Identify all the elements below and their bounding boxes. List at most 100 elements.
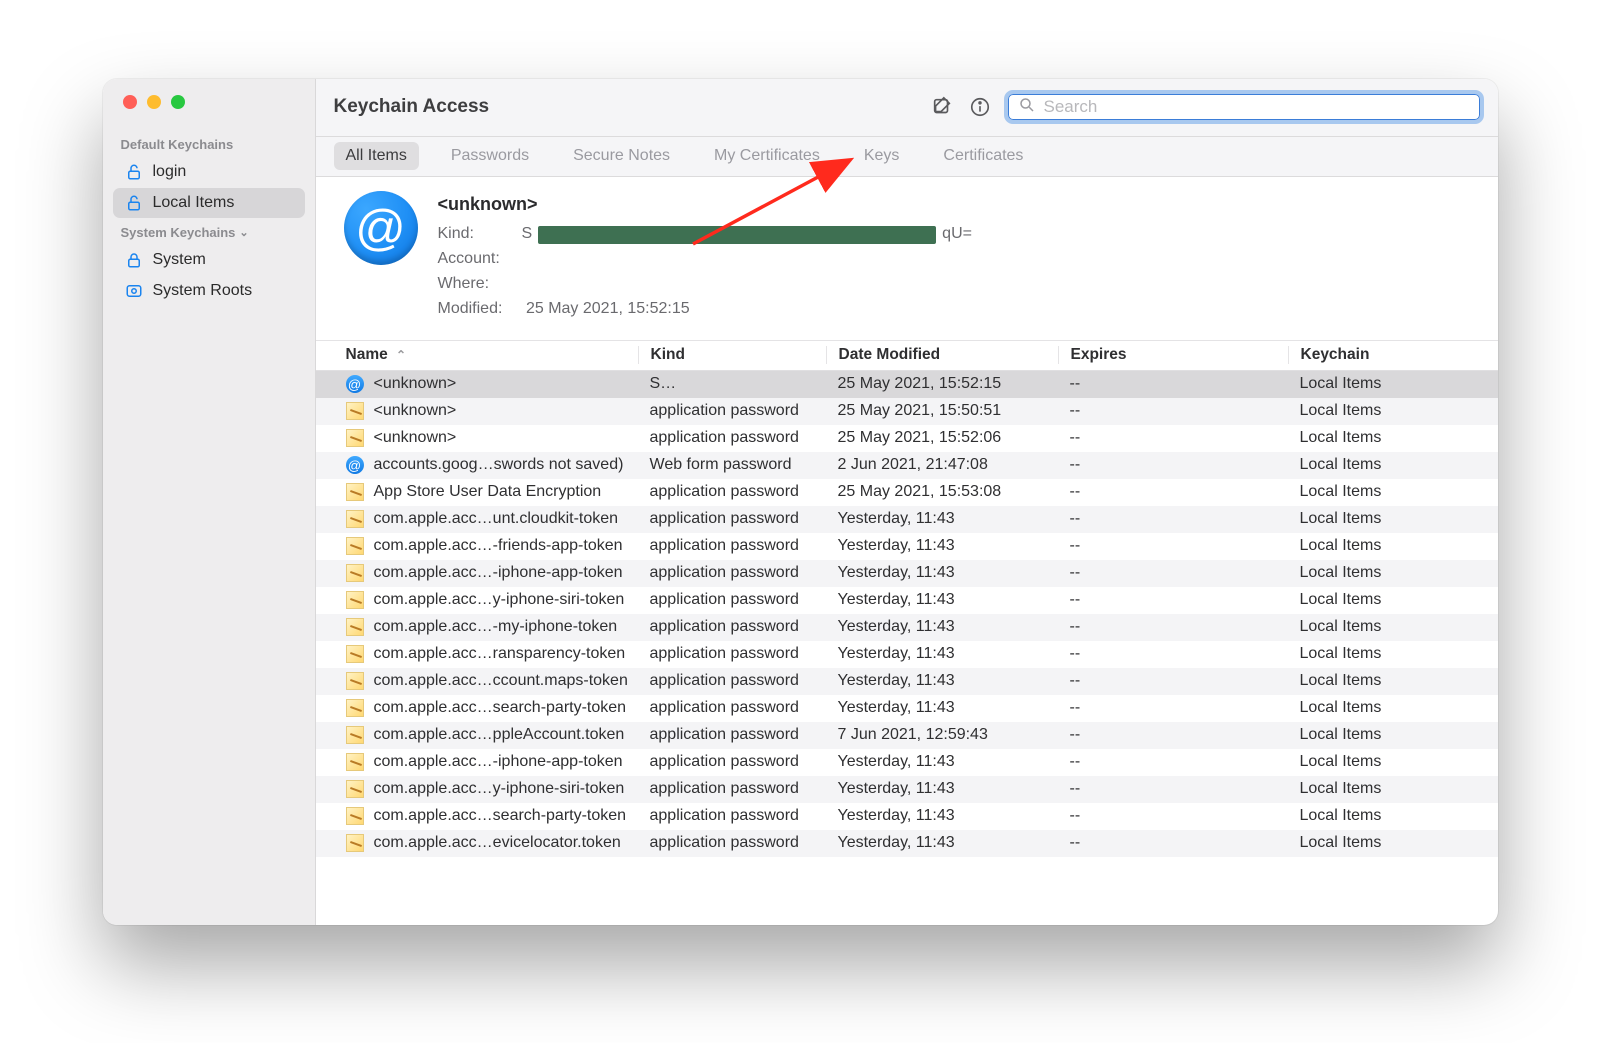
table-row[interactable]: com.apple.acc…y-iphone-siri-tokenapplica… [316,587,1498,614]
cell-name: <unknown> [316,429,638,447]
table-row[interactable]: com.apple.acc…ransparency-tokenapplicati… [316,641,1498,668]
cell-kind: application password [638,834,826,852]
sidebar-item-system[interactable]: System [113,245,305,275]
table-row[interactable]: com.apple.acc…ppleAccount.tokenapplicati… [316,722,1498,749]
item-details-panel: @ <unknown> Kind: S qU= Account: Where: … [316,177,1498,341]
table-row[interactable]: com.apple.acc…evicelocator.token applicat… [316,830,1498,857]
column-header-expires[interactable]: Expires [1058,346,1288,364]
table-row[interactable]: <unknown>application password25 May 2021… [316,398,1498,425]
detail-title: <unknown> [438,191,972,219]
modified-label: Modified: [438,297,522,322]
column-header-name[interactable]: Name ⌃ [316,346,638,364]
compose-button[interactable] [928,93,956,121]
close-window-button[interactable] [123,95,137,109]
info-button[interactable] [966,93,994,121]
main-area: Keychain Access All Items Passwords Sec [316,79,1498,925]
item-name: com.apple.acc…search-party-token [374,699,627,717]
cell-kind: application password [638,618,826,636]
cell-name: com.apple.acc…ppleAccount.token [316,726,638,744]
window-controls [103,93,315,131]
column-header-date[interactable]: Date Modified [826,346,1058,364]
tab-my-certificates[interactable]: My Certificates [702,142,832,170]
table-row[interactable]: com.apple.acc…unt.cloudkit-tokenapplicat… [316,506,1498,533]
cell-date-modified: Yesterday, 11:43 [826,618,1058,636]
cell-kind: Web form password [638,456,826,474]
table-row[interactable]: com.apple.acc…search-party-tokenapplicat… [316,695,1498,722]
password-item-icon [346,780,364,798]
cell-expires: -- [1058,618,1288,636]
cell-expires: -- [1058,726,1288,744]
minimize-window-button[interactable] [147,95,161,109]
cell-expires: -- [1058,699,1288,717]
sidebar-item-local-items[interactable]: Local Items [113,188,305,218]
table-row[interactable]: com.apple.acc…-friends-app-tokenapplicat… [316,533,1498,560]
cell-expires: -- [1058,483,1288,501]
password-item-icon [346,699,364,717]
cell-name: com.apple.acc…y-iphone-siri-token [316,780,638,798]
table-row[interactable]: App Store User Data Encryptionapplicatio… [316,479,1498,506]
table-row[interactable]: com.apple.acc…ccount.maps-token applicati… [316,668,1498,695]
cell-keychain: Local Items [1288,645,1498,663]
cell-expires: -- [1058,429,1288,447]
password-item-icon [346,537,364,555]
item-name: com.apple.acc…evicelocator.token [374,834,621,852]
table-row[interactable]: @<unknown>S…25 May 2021, 15:52:15--Local… [316,371,1498,398]
item-name: <unknown> [374,429,457,447]
item-name: App Store User Data Encryption [374,483,602,501]
cell-kind: application password [638,645,826,663]
cell-date-modified: Yesterday, 11:43 [826,699,1058,717]
locked-icon [125,251,143,269]
cell-date-modified: Yesterday, 11:43 [826,645,1058,663]
table-row[interactable]: com.apple.acc…search-party-tokenapplicat… [316,803,1498,830]
cell-name: com.apple.acc…search-party-token [316,807,638,825]
cell-name: com.apple.acc…search-party-token [316,699,638,717]
password-item-icon [346,591,364,609]
sidebar-item-login[interactable]: login [113,157,305,187]
cell-keychain: Local Items [1288,618,1498,636]
cell-name: com.apple.acc…evicelocator.token [316,834,638,852]
cell-expires: -- [1058,807,1288,825]
cell-date-modified: Yesterday, 11:43 [826,510,1058,528]
cell-expires: -- [1058,645,1288,663]
column-header-kind[interactable]: Kind [638,346,826,364]
tab-all-items[interactable]: All Items [334,142,419,170]
cell-expires: -- [1058,456,1288,474]
password-item-icon [346,834,364,852]
password-item-icon [346,564,364,582]
cell-date-modified: 2 Jun 2021, 21:47:08 [826,456,1058,474]
password-item-icon [346,753,364,771]
tab-certificates[interactable]: Certificates [931,142,1035,170]
cell-name: com.apple.acc…ccount.maps-token [316,672,638,690]
zoom-window-button[interactable] [171,95,185,109]
redacted-block [538,226,936,244]
kind-value-prefix: S [522,222,533,247]
tab-passwords[interactable]: Passwords [439,142,541,170]
table-row[interactable]: com.apple.acc…y-iphone-siri-tokenapplica… [316,776,1498,803]
password-item-icon [346,807,364,825]
sidebar-item-system-roots[interactable]: System Roots [113,276,305,306]
cell-name: @<unknown> [316,375,638,393]
table-row[interactable]: @ accounts.goog…swords not saved) Web form… [316,452,1498,479]
table-row[interactable]: com.apple.acc…-iphone-app-tokenapplicati… [316,749,1498,776]
sidebar-heading-system[interactable]: System Keychains ⌄ [103,219,315,244]
table-row[interactable]: com.apple.acc…-my-iphone-tokenapplicatio… [316,614,1498,641]
table-row[interactable]: com.apple.acc…-iphone-app-tokenapplicati… [316,560,1498,587]
tab-secure-notes[interactable]: Secure Notes [561,142,682,170]
cell-kind: application password [638,672,826,690]
column-header-keychain[interactable]: Keychain [1288,346,1498,364]
cell-name: com.apple.acc…-iphone-app-token [316,564,638,582]
tab-keys[interactable]: Keys [852,142,912,170]
search-input[interactable] [1044,97,1470,117]
at-sign-icon: @ [346,456,364,474]
table-row[interactable]: <unknown>application password25 May 2021… [316,425,1498,452]
search-field[interactable] [1004,90,1484,124]
cell-keychain: Local Items [1288,483,1498,501]
item-name: accounts.goog…swords not saved) [374,456,624,474]
item-name: com.apple.acc…ccount.maps-token [374,672,628,690]
item-name: <unknown> [374,402,457,420]
sidebar-item-label: login [153,163,187,181]
cell-date-modified: Yesterday, 11:43 [826,537,1058,555]
cell-date-modified: Yesterday, 11:43 [826,753,1058,771]
cell-date-modified: 25 May 2021, 15:52:06 [826,429,1058,447]
password-item-icon [346,672,364,690]
